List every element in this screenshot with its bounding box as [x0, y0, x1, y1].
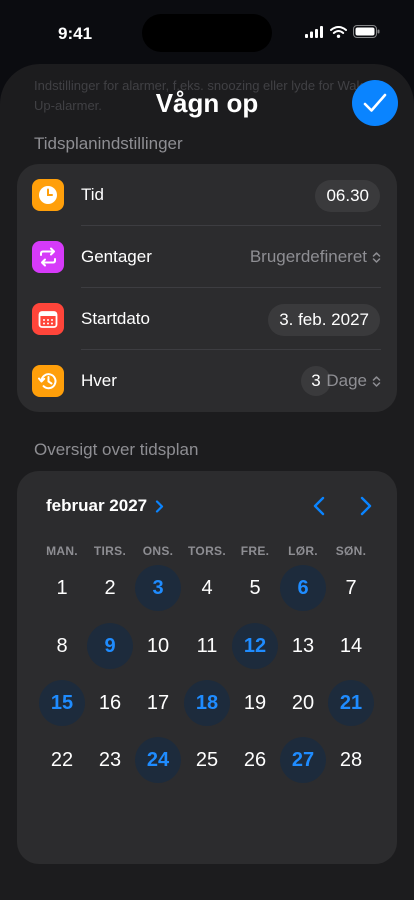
every-unit-value: Dage	[326, 371, 367, 390]
battery-icon	[353, 25, 380, 38]
month-picker-button[interactable]: februar 2027	[46, 496, 164, 516]
calendar-day-scheduled[interactable]: 15	[39, 680, 85, 726]
month-label: februar 2027	[46, 496, 148, 515]
weekday-label: FRE.	[240, 544, 270, 558]
status-time: 9:41	[58, 24, 93, 43]
weekday-label: ONS.	[142, 544, 174, 558]
chevron-up-down-icon	[372, 375, 381, 387]
status-icons	[305, 25, 380, 38]
calendar-day[interactable]: 7	[328, 565, 374, 611]
wake-up-sheet: Indstillinger for alarmer, f.eks. snoozi…	[0, 64, 414, 900]
chevron-left-icon	[313, 496, 325, 516]
wifi-icon	[330, 25, 347, 38]
calendar-day[interactable]: 5	[232, 565, 278, 611]
confirm-button[interactable]	[352, 80, 398, 126]
every-unit-menu[interactable]: Dage	[326, 350, 381, 412]
calendar-day[interactable]: 17	[135, 680, 181, 726]
repeat-value: Brugerdefineret	[249, 247, 367, 266]
repeat-icon	[32, 241, 64, 273]
calendar-day[interactable]: 20	[280, 680, 326, 726]
calendar-day-scheduled[interactable]: 3	[135, 565, 181, 611]
calendar-day[interactable]: 22	[39, 737, 85, 783]
every-row[interactable]: Hver 3 Dage	[17, 350, 397, 412]
calendar-day-scheduled[interactable]: 27	[280, 737, 326, 783]
calendar-day[interactable]: 14	[328, 623, 374, 669]
repeat-menu[interactable]: Brugerdefineret	[250, 226, 381, 288]
weekday-label: TIRS.	[93, 544, 127, 558]
calendar-icon	[32, 303, 64, 335]
calendar-day[interactable]: 2	[87, 565, 133, 611]
calendar-day-scheduled[interactable]: 24	[135, 737, 181, 783]
previous-month-button[interactable]	[307, 493, 331, 519]
time-row[interactable]: Tid 06.30	[17, 164, 397, 226]
calendar-day[interactable]: 1	[39, 565, 85, 611]
chevron-right-icon	[360, 496, 372, 516]
time-label: Tid	[81, 185, 104, 204]
calendar-day[interactable]: 10	[135, 623, 181, 669]
time-value[interactable]: 06.30	[315, 180, 380, 212]
repeat-label: Gentager	[81, 247, 152, 266]
signal-icon	[305, 25, 323, 38]
calendar-day-scheduled[interactable]: 18	[184, 680, 230, 726]
calendar-day[interactable]: 11	[184, 623, 230, 669]
start-date-row[interactable]: Startdato 3. feb. 2027	[17, 288, 397, 350]
start-date-label: Startdato	[81, 309, 150, 328]
every-label: Hver	[81, 371, 117, 390]
status-bar: 9:41	[0, 0, 414, 62]
calendar-day[interactable]: 4	[184, 565, 230, 611]
weekday-label: SØN.	[335, 544, 367, 558]
schedule-settings-card: Tid 06.30 Gentager Brugerdefineret Start…	[17, 164, 397, 412]
repeat-row[interactable]: Gentager Brugerdefineret	[17, 226, 397, 288]
calendar-day[interactable]: 16	[87, 680, 133, 726]
clock-icon	[32, 179, 64, 211]
weekday-label: LØR.	[288, 544, 318, 558]
calendar-day-scheduled[interactable]: 21	[328, 680, 374, 726]
calendar-day-scheduled[interactable]: 12	[232, 623, 278, 669]
calendar-day[interactable]: 26	[232, 737, 278, 783]
schedule-overview-heading: Oversigt over tidsplan	[34, 440, 199, 459]
schedule-settings-heading: Tidsplanindstillinger	[34, 134, 183, 153]
calendar-day[interactable]: 23	[87, 737, 133, 783]
calendar-day[interactable]: 13	[280, 623, 326, 669]
calendar-card: februar 2027 MAN. TIRS. ONS. TORS. FRE. LØR. S…	[17, 471, 397, 864]
dynamic-island	[142, 14, 272, 52]
checkmark-icon	[363, 93, 387, 112]
history-icon	[32, 365, 64, 397]
calendar-day[interactable]: 8	[39, 623, 85, 669]
start-date-value[interactable]: 3. feb. 2027	[268, 304, 380, 336]
weekday-label: MAN.	[46, 544, 78, 558]
chevron-right-icon	[156, 499, 164, 513]
next-month-button[interactable]	[354, 493, 378, 519]
calendar-day-scheduled[interactable]: 6	[280, 565, 326, 611]
calendar-day-scheduled[interactable]: 9	[87, 623, 133, 669]
calendar-day[interactable]: 25	[184, 737, 230, 783]
chevron-up-down-icon	[372, 251, 381, 263]
weekday-label: TORS.	[188, 544, 226, 558]
calendar-day[interactable]: 19	[232, 680, 278, 726]
calendar-day[interactable]: 28	[328, 737, 374, 783]
